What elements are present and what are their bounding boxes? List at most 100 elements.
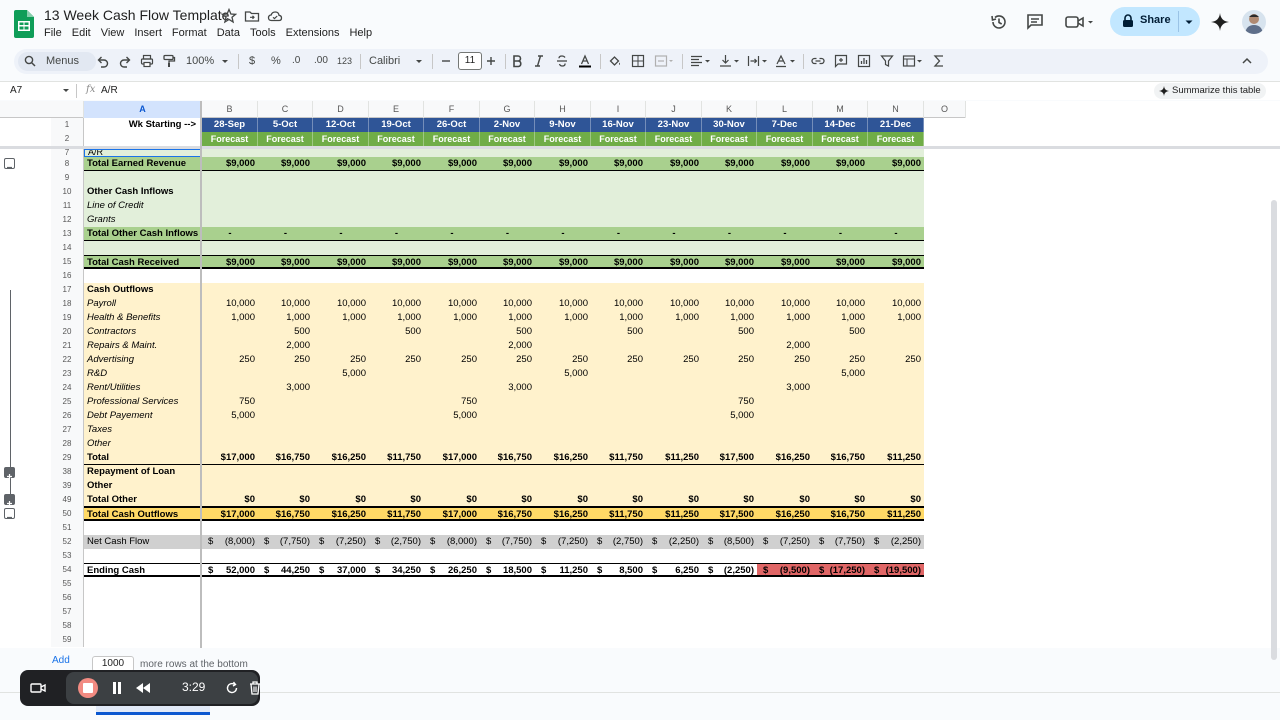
- table-cell[interactable]: 5,000: [813, 367, 868, 381]
- table-cell[interactable]: [258, 367, 313, 381]
- table-cell[interactable]: [369, 605, 424, 619]
- table-cell[interactable]: [480, 185, 535, 199]
- table-cell[interactable]: [924, 619, 966, 633]
- increase-decimal-button[interactable]: .00: [314, 54, 328, 68]
- table-cell[interactable]: [535, 339, 591, 353]
- table-cell[interactable]: [813, 549, 868, 563]
- table-cell[interactable]: [591, 549, 646, 563]
- table-cell[interactable]: [313, 283, 369, 297]
- table-cell[interactable]: [924, 325, 966, 339]
- table-cell[interactable]: Forecast: [702, 132, 757, 146]
- table-cell[interactable]: Forecast: [646, 132, 702, 146]
- table-cell[interactable]: [369, 283, 424, 297]
- table-cell[interactable]: [202, 269, 258, 283]
- table-cell[interactable]: [535, 409, 591, 423]
- font-size-input[interactable]: 11: [458, 52, 482, 70]
- table-cell[interactable]: [591, 395, 646, 409]
- table-cell[interactable]: [202, 367, 258, 381]
- table-cell[interactable]: 5,000: [535, 367, 591, 381]
- table-cell[interactable]: -: [369, 227, 424, 241]
- row-label-cell[interactable]: Total Other Cash Inflows: [84, 227, 202, 241]
- menu-extensions[interactable]: Extensions: [281, 26, 345, 40]
- table-cell[interactable]: 250: [480, 353, 535, 367]
- table-cell[interactable]: $9,000: [702, 255, 757, 269]
- table-cell[interactable]: [924, 339, 966, 353]
- row-label-cell[interactable]: [84, 241, 202, 255]
- horizontal-align-icon[interactable]: [690, 54, 712, 68]
- table-cell[interactable]: [924, 213, 966, 227]
- table-cell[interactable]: $0: [258, 493, 313, 507]
- row-label-cell[interactable]: [84, 591, 202, 605]
- table-cell[interactable]: [924, 535, 966, 549]
- table-cell[interactable]: 10,000: [258, 297, 313, 311]
- table-cell[interactable]: [591, 423, 646, 437]
- table-cell[interactable]: $8,500: [591, 563, 646, 577]
- table-cell[interactable]: [646, 619, 702, 633]
- table-cell[interactable]: $17,000: [424, 451, 480, 465]
- table-cell[interactable]: $ (17,250): [813, 563, 868, 577]
- table-cell[interactable]: [480, 577, 535, 591]
- row-label-cell[interactable]: Cash Outflows: [84, 283, 202, 297]
- table-cell[interactable]: [258, 185, 313, 199]
- table-cell[interactable]: -: [313, 227, 369, 241]
- table-cell[interactable]: $9,000: [480, 157, 535, 171]
- table-cell[interactable]: [702, 437, 757, 451]
- table-cell[interactable]: [702, 283, 757, 297]
- row-header[interactable]: 11: [51, 199, 84, 213]
- add-rows-button[interactable]: Add: [52, 655, 70, 666]
- table-cell[interactable]: [591, 409, 646, 423]
- table-cell[interactable]: [757, 325, 813, 339]
- table-cell[interactable]: [535, 185, 591, 199]
- menu-format[interactable]: Format: [167, 26, 212, 40]
- table-cell[interactable]: [258, 409, 313, 423]
- name-box-chevron-down-icon[interactable]: [62, 88, 70, 94]
- table-cell[interactable]: 10,000: [757, 297, 813, 311]
- table-cell[interactable]: $0: [813, 493, 868, 507]
- table-cell[interactable]: 21-Dec: [868, 118, 924, 132]
- row-label-cell[interactable]: Total Other: [84, 493, 202, 507]
- document-title[interactable]: 13 Week Cash Flow Template: [44, 7, 229, 23]
- table-cell[interactable]: 1,000: [480, 311, 535, 325]
- table-cell[interactable]: 2,000: [258, 339, 313, 353]
- table-cell[interactable]: 7-Dec: [757, 118, 813, 132]
- table-cell[interactable]: [202, 465, 258, 479]
- table-cell[interactable]: $0: [702, 493, 757, 507]
- table-cell[interactable]: $9,000: [757, 255, 813, 269]
- table-cell[interactable]: [480, 465, 535, 479]
- table-cell[interactable]: [313, 241, 369, 255]
- table-cell[interactable]: 5,000: [313, 367, 369, 381]
- table-cell[interactable]: 2-Nov: [480, 118, 535, 132]
- menus-search[interactable]: Menus: [18, 52, 96, 71]
- row-label-cell[interactable]: R&D: [84, 367, 202, 381]
- row-label-cell[interactable]: Total: [84, 451, 202, 465]
- table-cell[interactable]: [757, 409, 813, 423]
- table-cell[interactable]: [313, 149, 369, 157]
- fill-color-icon[interactable]: [608, 54, 622, 68]
- row-header[interactable]: 2: [51, 132, 84, 146]
- table-cell[interactable]: [591, 213, 646, 227]
- table-cell[interactable]: [480, 619, 535, 633]
- table-cell[interactable]: [313, 325, 369, 339]
- vertical-scrollbar[interactable]: [1271, 200, 1277, 660]
- table-cell[interactable]: 250: [313, 353, 369, 367]
- table-cell[interactable]: [369, 549, 424, 563]
- table-cell[interactable]: [924, 479, 966, 493]
- table-cell[interactable]: $ (2,250): [702, 563, 757, 577]
- table-cell[interactable]: [757, 479, 813, 493]
- table-cell[interactable]: [369, 367, 424, 381]
- table-cell[interactable]: 10,000: [591, 297, 646, 311]
- table-cell[interactable]: [313, 605, 369, 619]
- table-cell[interactable]: 10,000: [480, 297, 535, 311]
- table-cell[interactable]: [813, 213, 868, 227]
- table-cell[interactable]: [258, 199, 313, 213]
- table-cell[interactable]: [646, 591, 702, 605]
- summarize-table-button[interactable]: Summarize this table: [1154, 83, 1266, 99]
- strikethrough-icon[interactable]: [555, 54, 569, 68]
- cloud-saved-icon[interactable]: [267, 8, 283, 24]
- row-label-cell[interactable]: Rent/Utilities: [84, 381, 202, 395]
- table-cell[interactable]: $16,250: [313, 507, 369, 521]
- table-cell[interactable]: [591, 633, 646, 647]
- column-header-j[interactable]: J: [646, 101, 702, 118]
- table-cell[interactable]: [646, 577, 702, 591]
- table-cell[interactable]: [258, 465, 313, 479]
